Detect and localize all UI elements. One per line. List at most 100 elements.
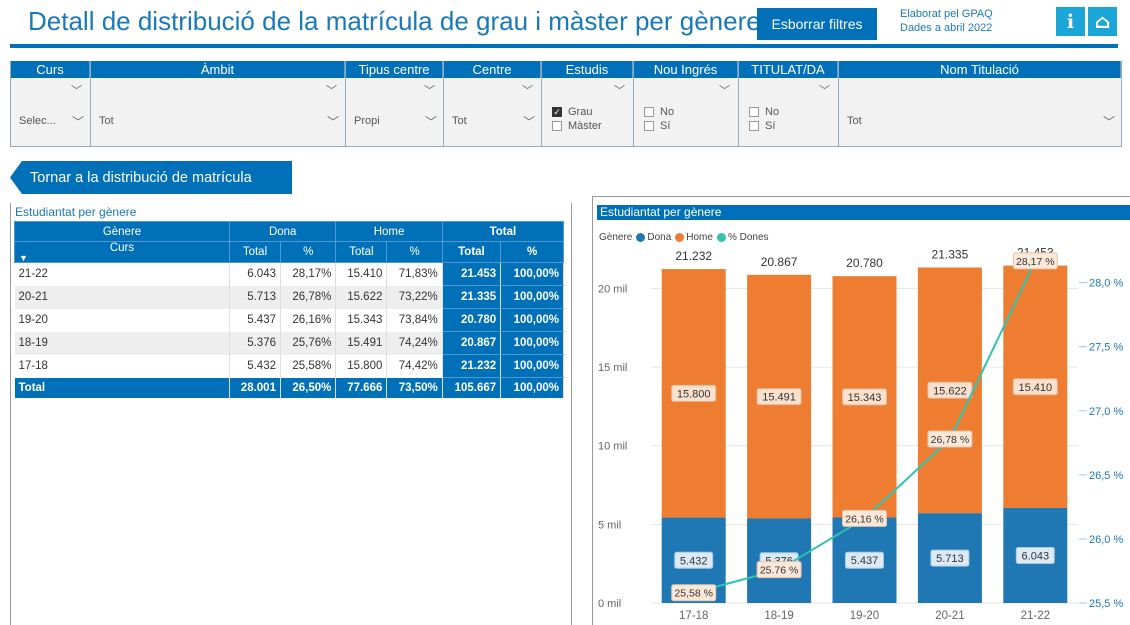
y-right-tick-label: 28,0 % bbox=[1089, 278, 1123, 290]
header-curs-label: Curs bbox=[109, 242, 135, 254]
option-no[interactable]: No bbox=[749, 105, 779, 119]
option-master[interactable]: Màster bbox=[552, 119, 602, 133]
option-si-label: Sí bbox=[660, 120, 671, 132]
option-grau[interactable]: ✓ Grau bbox=[552, 105, 602, 119]
option-grau-label: Grau bbox=[568, 106, 593, 118]
cell-curs: 21-22 bbox=[14, 262, 230, 286]
option-si-label: Sí bbox=[765, 120, 776, 132]
header-dona: Dona bbox=[228, 221, 337, 242]
data-label-pct: 26,78 % bbox=[931, 434, 970, 446]
chevron-down-icon[interactable]: ﹀ bbox=[614, 82, 625, 98]
header-total-total: Total bbox=[441, 241, 502, 263]
option-master-label: Màster bbox=[568, 120, 602, 132]
data-label-dona: 5.713 bbox=[936, 553, 964, 565]
data-label-home: 15.343 bbox=[848, 392, 882, 404]
header-dona-pct: % bbox=[279, 241, 337, 263]
chevron-down-icon[interactable]: ﹀ bbox=[424, 82, 435, 98]
y-right-tick-label: 26,5 % bbox=[1089, 470, 1123, 482]
checkbox-icon[interactable] bbox=[644, 121, 654, 131]
matrix-panel: Estudiantat per gènere Gènere Dona Home … bbox=[10, 203, 572, 625]
cell-home-pct: 73,84% bbox=[386, 308, 443, 332]
filter-ambit-label: Àmbit bbox=[91, 61, 345, 78]
checkbox-icon[interactable] bbox=[749, 107, 759, 117]
data-label-total: 21.232 bbox=[675, 249, 712, 263]
filter-nou-ingres[interactable]: Nou Ingrés ﹀ No Sí bbox=[633, 61, 738, 147]
data-label-home: 15.800 bbox=[677, 388, 711, 400]
filter-centre-select[interactable]: Tot ﹀ bbox=[452, 109, 535, 133]
chevron-down-icon[interactable]: ﹀ bbox=[326, 82, 337, 98]
table-row[interactable]: 20-21 5.713 26,78% 15.622 73,22% 21.335 … bbox=[14, 285, 564, 309]
option-si[interactable]: Sí bbox=[749, 119, 779, 133]
option-no[interactable]: No bbox=[644, 105, 674, 119]
chart-panel: Estudiantat per gènere Gènere Dona Home … bbox=[592, 196, 1130, 625]
filter-tipus-centre[interactable]: Tipus centre ﹀ Propi ﹀ bbox=[345, 61, 443, 147]
cell-total-label: Total bbox=[14, 377, 230, 398]
cell-dona: 28.001 bbox=[229, 377, 281, 398]
back-to-distribution-button[interactable]: Tornar a la distribució de matrícula bbox=[10, 161, 292, 194]
checkbox-icon[interactable] bbox=[644, 107, 654, 117]
option-no-label: No bbox=[660, 106, 675, 118]
cell-total-pct: 100,00% bbox=[500, 262, 564, 286]
data-label-home: 15.410 bbox=[1018, 382, 1052, 394]
data-label-dona: 6.043 bbox=[1022, 550, 1050, 562]
filter-curs[interactable]: Curs ﹀ Selec... ﹀ bbox=[10, 61, 90, 147]
header-home: Home bbox=[335, 221, 443, 242]
cell-dona-pct: 25,76% bbox=[280, 331, 337, 355]
table-row[interactable]: 19-20 5.437 26,16% 15.343 73,84% 20.780 … bbox=[14, 308, 564, 332]
option-si[interactable]: Sí bbox=[644, 119, 674, 133]
table-row[interactable]: 17-18 5.432 25,58% 15.800 74,42% 21.232 … bbox=[14, 354, 564, 378]
chevron-down-icon[interactable]: ﹀ bbox=[819, 82, 830, 98]
table-row[interactable]: 18-19 5.376 25,76% 15.491 74,24% 20.867 … bbox=[14, 331, 564, 355]
data-label-home: 15.491 bbox=[762, 392, 796, 404]
filter-nom-titulacio-select[interactable]: Tot ﹀ bbox=[847, 109, 1115, 133]
chevron-down-icon: ﹀ bbox=[326, 114, 339, 129]
checkbox-icon[interactable] bbox=[749, 121, 759, 131]
filter-tipus-centre-value: Propi bbox=[354, 115, 380, 127]
home-icon[interactable]: ⌂ bbox=[1088, 7, 1117, 36]
filter-centre[interactable]: Centre ﹀ Tot ﹀ bbox=[443, 61, 541, 147]
cell-home: 15.343 bbox=[335, 308, 388, 332]
cell-dona: 5.713 bbox=[229, 285, 281, 309]
chevron-down-icon[interactable]: ﹀ bbox=[719, 82, 730, 98]
header-dona-total: Total bbox=[229, 241, 281, 263]
cell-dona-pct: 26,16% bbox=[280, 308, 337, 332]
y-left-tick-label: 15 mil bbox=[598, 362, 627, 374]
header-curs[interactable]: Curs ▼ bbox=[14, 241, 230, 263]
filter-curs-select[interactable]: Selec... ﹀ bbox=[19, 109, 84, 133]
checkbox-icon[interactable] bbox=[552, 121, 562, 131]
cell-total-pct: 100,00% bbox=[500, 308, 564, 332]
checkbox-checked-icon[interactable]: ✓ bbox=[552, 107, 562, 117]
filter-titulat[interactable]: TITULAT/DA ﹀ No Sí bbox=[738, 61, 838, 147]
table-row[interactable]: 21-22 6.043 28,17% 15.410 71,83% 21.453 … bbox=[14, 262, 564, 286]
cell-home-pct: 74,42% bbox=[386, 354, 443, 378]
cell-dona-pct: 26,50% bbox=[280, 377, 337, 398]
filter-tipus-centre-select[interactable]: Propi ﹀ bbox=[354, 109, 437, 133]
filter-bar: Curs ﹀ Selec... ﹀ Àmbit ﹀ Tot ﹀ Tipus cent… bbox=[10, 61, 1130, 147]
cell-dona-pct: 26,78% bbox=[280, 285, 337, 309]
credit-date: Dades a abril 2022 bbox=[900, 22, 993, 34]
filter-ambit[interactable]: Àmbit ﹀ Tot ﹀ bbox=[90, 61, 345, 147]
cell-dona: 5.432 bbox=[229, 354, 281, 378]
filter-nom-titulacio-label: Nom Titulació bbox=[839, 61, 1121, 78]
data-label-total: 21.335 bbox=[932, 247, 969, 261]
y-left-tick-label: 10 mil bbox=[598, 441, 627, 453]
cell-dona-pct: 25,58% bbox=[280, 354, 337, 378]
cell-home: 15.410 bbox=[335, 262, 388, 286]
chevron-down-icon: ﹀ bbox=[424, 114, 437, 129]
filter-ambit-select[interactable]: Tot ﹀ bbox=[99, 109, 339, 133]
clear-filters-button[interactable]: Esborrar filtres bbox=[757, 8, 877, 40]
credit-author: Elaborat pel GPAQ bbox=[900, 8, 993, 20]
y-left-tick-label: 5 mil bbox=[598, 519, 621, 531]
filter-ambit-value: Tot bbox=[99, 115, 114, 127]
sort-desc-icon[interactable]: ▼ bbox=[15, 254, 229, 263]
filter-nom-titulacio[interactable]: Nom Titulació Tot ﹀ bbox=[838, 61, 1122, 147]
chevron-down-icon[interactable]: ﹀ bbox=[71, 82, 82, 98]
filter-nou-ingres-label: Nou Ingrés bbox=[634, 61, 738, 78]
info-icon[interactable]: i bbox=[1056, 7, 1085, 36]
filter-estudis[interactable]: Estudis ﹀ ✓ Grau Màster bbox=[541, 61, 633, 147]
total-row: Total 28.001 26,50% 77.666 73,50% 105.66… bbox=[14, 377, 564, 398]
chevron-down-icon[interactable]: ﹀ bbox=[522, 82, 533, 98]
cell-total: 105.667 bbox=[442, 377, 502, 398]
filter-curs-value: Selec... bbox=[19, 115, 56, 127]
cell-dona: 6.043 bbox=[229, 262, 281, 286]
